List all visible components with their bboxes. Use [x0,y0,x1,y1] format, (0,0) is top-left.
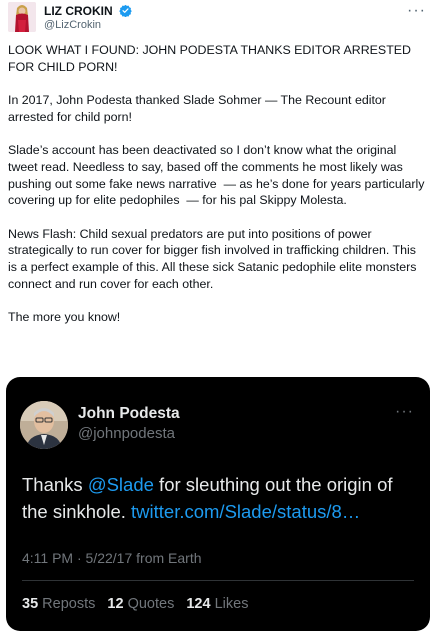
quotes-count: 12 [107,596,124,612]
tweet-paragraph: In 2017, John Podesta thanked Slade Sohm… [8,93,390,124]
reposts-label: Reposts [42,596,96,612]
reposts-count: 35 [22,596,39,612]
author-handle[interactable]: @LizCrokin [44,19,101,31]
likes-count: 124 [186,596,211,612]
embedded-tweet-text: Thanks @Slade for sleuthing out the orig… [22,471,418,525]
quotes-label: Quotes [127,596,175,612]
likes-stat[interactable]: 124 Likes [186,596,248,612]
tweet-paragraph: Slade’s account has been deactivated so … [8,143,428,208]
tweet-header: LIZ CROKIN @LizCrokin ··· [8,2,428,36]
embedded-stats: 35 Reposts 12 Quotes 124 Likes [22,596,248,612]
tweet-paragraph: LOOK WHAT I FOUND: JOHN PODESTA THANKS E… [8,43,415,74]
embedded-text-part: Thanks [22,474,88,495]
avatar[interactable] [8,2,36,32]
tweet-body: LOOK WHAT I FOUND: JOHN PODESTA THANKS E… [8,42,428,343]
tweet-paragraph: News Flash: Child sexual predators are p… [8,226,420,291]
status-url-link[interactable]: twitter.com/Slade/status/8… [131,501,360,522]
verified-badge-icon [119,4,132,17]
likes-label: Likes [214,596,249,612]
embedded-avatar-image [20,401,68,449]
reposts-stat[interactable]: 35 Reposts [22,596,95,612]
quotes-stat[interactable]: 12 Quotes [107,596,174,612]
embedded-avatar[interactable] [20,401,68,449]
embedded-author-name[interactable]: John Podesta [78,405,180,423]
embedded-more-options-icon[interactable]: ··· [395,403,414,421]
avatar-image [8,2,36,32]
mention-link[interactable]: @Slade [88,474,154,495]
embedded-tweet-card[interactable]: John Podesta @johnpodesta ··· Thanks @Sl… [6,377,430,631]
tweet-paragraph: The more you know! [8,310,121,325]
embedded-author-handle[interactable]: @johnpodesta [78,425,175,442]
author-name[interactable]: LIZ CROKIN [44,4,113,18]
more-options-icon[interactable]: ··· [407,2,426,20]
embedded-timestamp[interactable]: 4:11 PM · 5/22/17 from Earth [22,550,202,566]
divider [22,580,414,581]
